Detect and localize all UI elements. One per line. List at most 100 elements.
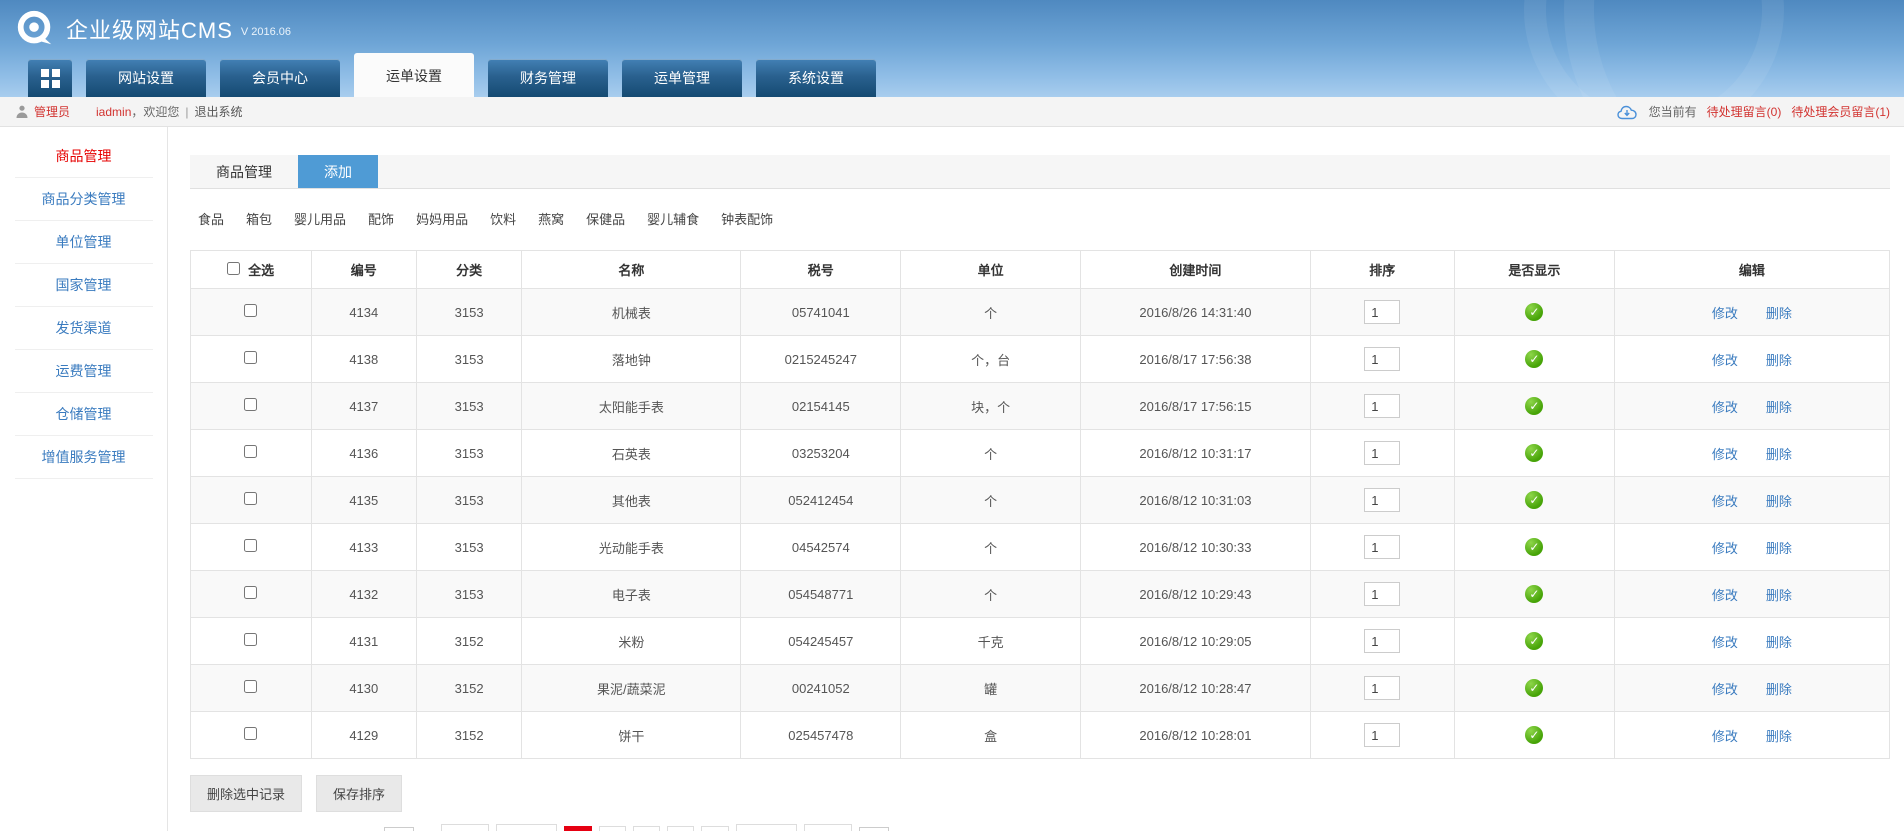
nav-tab-finance[interactable]: 财务管理 xyxy=(488,59,608,97)
nav-tab-waybill-settings[interactable]: 运单设置 xyxy=(354,53,474,97)
row-checkbox[interactable] xyxy=(244,304,257,317)
sidebar-item-warehouse-manage[interactable]: 仓储管理 xyxy=(15,393,153,436)
sidebar-item-unit-manage[interactable]: 单位管理 xyxy=(15,221,153,264)
page-button-4[interactable]: 4 xyxy=(667,826,694,831)
next-page-button[interactable]: 下一页 xyxy=(736,824,797,831)
nav-tab-member-center[interactable]: 会员中心 xyxy=(220,59,340,97)
first-page-button[interactable]: 首页 xyxy=(441,824,489,831)
edit-link[interactable]: 修改 xyxy=(1712,541,1738,556)
sidebar-item-country-manage[interactable]: 国家管理 xyxy=(15,264,153,307)
edit-link[interactable]: 修改 xyxy=(1712,682,1738,697)
delete-link[interactable]: 删除 xyxy=(1766,306,1792,321)
sort-input[interactable] xyxy=(1364,394,1400,418)
delete-link[interactable]: 删除 xyxy=(1766,447,1792,462)
delete-link[interactable]: 删除 xyxy=(1766,541,1792,556)
edit-link[interactable]: 修改 xyxy=(1712,353,1738,368)
nav-home-grid-button[interactable] xyxy=(28,59,72,97)
cell-created: 2016/8/12 10:31:03 xyxy=(1081,477,1310,524)
green-check-icon[interactable]: ✓ xyxy=(1525,491,1543,509)
page-button-2[interactable]: 2 xyxy=(599,826,626,831)
select-all-checkbox[interactable] xyxy=(227,262,240,275)
filter-baby-food[interactable]: 婴儿辅食 xyxy=(647,209,699,228)
pending-member-messages-link[interactable]: 待处理会员留言(1) xyxy=(1791,103,1890,120)
row-checkbox[interactable] xyxy=(244,727,257,740)
edit-link[interactable]: 修改 xyxy=(1712,447,1738,462)
per-page-input[interactable] xyxy=(384,827,414,831)
sort-input[interactable] xyxy=(1364,535,1400,559)
filter-drinks[interactable]: 饮料 xyxy=(490,209,516,228)
cell-sort xyxy=(1310,336,1454,383)
sort-input[interactable] xyxy=(1364,488,1400,512)
page-button-5[interactable]: 5 xyxy=(701,826,728,831)
cell-id: 4134 xyxy=(311,289,416,336)
sort-input[interactable] xyxy=(1364,347,1400,371)
edit-link[interactable]: 修改 xyxy=(1712,635,1738,650)
green-check-icon[interactable]: ✓ xyxy=(1525,303,1543,321)
page-button-1-current[interactable]: 1 xyxy=(564,826,591,831)
edit-link[interactable]: 修改 xyxy=(1712,494,1738,509)
filter-baby-products[interactable]: 婴儿用品 xyxy=(294,209,346,228)
edit-link[interactable]: 修改 xyxy=(1712,588,1738,603)
filter-birds-nest[interactable]: 燕窝 xyxy=(538,209,564,228)
row-checkbox[interactable] xyxy=(244,492,257,505)
sort-input[interactable] xyxy=(1364,441,1400,465)
sort-input[interactable] xyxy=(1364,676,1400,700)
delete-link[interactable]: 删除 xyxy=(1766,635,1792,650)
tab-goods-list[interactable]: 商品管理 xyxy=(190,155,298,188)
sort-input[interactable] xyxy=(1364,723,1400,747)
row-checkbox[interactable] xyxy=(244,398,257,411)
sidebar-item-goods-category[interactable]: 商品分类管理 xyxy=(15,178,153,221)
row-checkbox[interactable] xyxy=(244,539,257,552)
nav-tab-waybill-manage[interactable]: 运单管理 xyxy=(622,59,742,97)
green-check-icon[interactable]: ✓ xyxy=(1525,350,1543,368)
filter-accessories[interactable]: 配饰 xyxy=(368,209,394,228)
delete-link[interactable]: 删除 xyxy=(1766,682,1792,697)
filter-health-products[interactable]: 保健品 xyxy=(586,209,625,228)
delete-link[interactable]: 删除 xyxy=(1766,588,1792,603)
edit-link[interactable]: 修改 xyxy=(1712,306,1738,321)
sidebar-item-goods-manage[interactable]: 商品管理 xyxy=(15,135,153,178)
green-check-icon[interactable]: ✓ xyxy=(1525,726,1543,744)
green-check-icon[interactable]: ✓ xyxy=(1525,585,1543,603)
sidebar-item-value-added-service[interactable]: 增值服务管理 xyxy=(15,436,153,479)
page-jump-select[interactable]: 1 xyxy=(859,827,889,831)
edit-link[interactable]: 修改 xyxy=(1712,729,1738,744)
table-header: 全选 编号 分类 名称 税号 单位 创建时间 排序 是否显示 编辑 xyxy=(191,251,1890,289)
last-page-button[interactable]: 尾页 xyxy=(804,824,852,831)
filter-bags[interactable]: 箱包 xyxy=(246,209,272,228)
cell-id: 4133 xyxy=(311,524,416,571)
nav-tab-site-settings[interactable]: 网站设置 xyxy=(86,59,206,97)
edit-link[interactable]: 修改 xyxy=(1712,400,1738,415)
row-checkbox[interactable] xyxy=(244,633,257,646)
delete-link[interactable]: 删除 xyxy=(1766,400,1792,415)
tab-add[interactable]: 添加 xyxy=(298,155,378,188)
sidebar-item-shipping-channel[interactable]: 发货渠道 xyxy=(15,307,153,350)
green-check-icon[interactable]: ✓ xyxy=(1525,444,1543,462)
nav-tab-system-settings[interactable]: 系统设置 xyxy=(756,59,876,97)
save-sort-button[interactable]: 保存排序 xyxy=(316,775,402,812)
row-checkbox[interactable] xyxy=(244,586,257,599)
delete-link[interactable]: 删除 xyxy=(1766,729,1792,744)
page-button-3[interactable]: 3 xyxy=(633,826,660,831)
logout-link[interactable]: 退出系统 xyxy=(195,103,243,120)
prev-page-button[interactable]: 上一页 xyxy=(496,824,557,831)
sort-input[interactable] xyxy=(1364,582,1400,606)
row-checkbox[interactable] xyxy=(244,351,257,364)
green-check-icon[interactable]: ✓ xyxy=(1525,679,1543,697)
delete-link[interactable]: 删除 xyxy=(1766,353,1792,368)
green-check-icon[interactable]: ✓ xyxy=(1525,538,1543,556)
row-checkbox[interactable] xyxy=(244,680,257,693)
green-check-icon[interactable]: ✓ xyxy=(1525,397,1543,415)
delete-link[interactable]: 删除 xyxy=(1766,494,1792,509)
sidebar-item-freight-manage[interactable]: 运费管理 xyxy=(15,350,153,393)
delete-selected-button[interactable]: 删除选中记录 xyxy=(190,775,302,812)
notice-area: 您当前有 待处理留言(0) 待处理会员留言(1) xyxy=(1617,103,1890,120)
filter-watch-accessories[interactable]: 钟表配饰 xyxy=(721,209,773,228)
filter-mom-products[interactable]: 妈妈用品 xyxy=(416,209,468,228)
filter-food[interactable]: 食品 xyxy=(198,209,224,228)
sort-input[interactable] xyxy=(1364,629,1400,653)
sort-input[interactable] xyxy=(1364,300,1400,324)
row-checkbox[interactable] xyxy=(244,445,257,458)
green-check-icon[interactable]: ✓ xyxy=(1525,632,1543,650)
pending-messages-link[interactable]: 待处理留言(0) xyxy=(1707,103,1782,120)
